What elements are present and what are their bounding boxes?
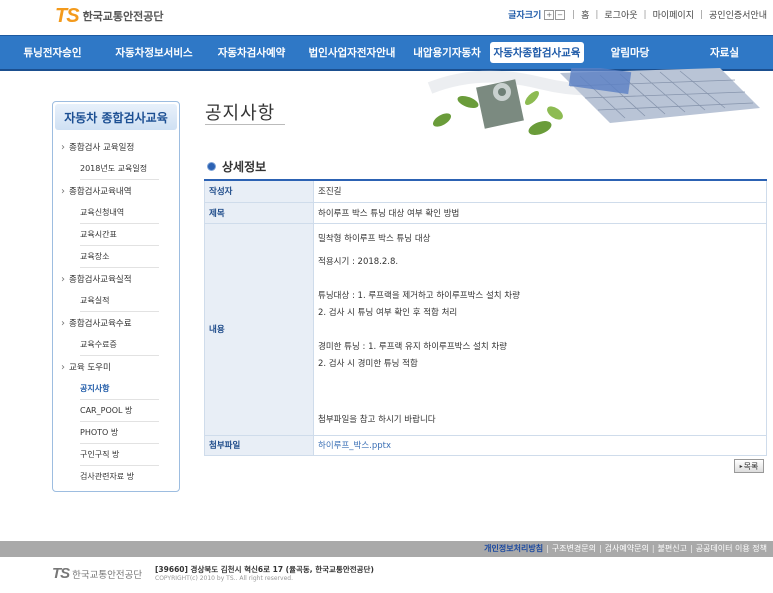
section-title: 상세정보 (222, 160, 267, 174)
sidebar-item-education-helper[interactable]: 교육 도우미 (61, 356, 171, 378)
divider: | (643, 9, 647, 20)
divider: | (546, 544, 549, 553)
footer-copyright: COPYRIGHT(c) 2010 by TS.. All right rese… (155, 575, 293, 582)
divider: | (595, 9, 599, 20)
content-line: 첨부파일을 참고 하시기 바랍니다 (318, 414, 436, 425)
page-title: 공지사항 (205, 103, 276, 124)
attachment-link[interactable]: 하이루프_박스.pptx (318, 441, 391, 451)
complaint-link[interactable]: 불편신고 (658, 543, 687, 554)
content-line: 2. 검사 시 튜닝 여부 확인 후 적합 처리 (318, 307, 458, 318)
sidebar-sub-certificate[interactable]: 교육수료증 (80, 334, 159, 356)
sidebar: 자동차 종합검사교육 종합검사 교육일정 2018년도 교육일정 종합검사교육내… (52, 101, 180, 492)
home-link[interactable]: 홈 (581, 8, 589, 21)
nav-item-tuning-approval[interactable]: 튜닝전자승인 (0, 45, 105, 60)
table-row: 제목 하이루프 박스 튜닝 대상 여부 확인 방법 (204, 201, 767, 224)
nav-item-corporate-guide[interactable]: 법인사업자전자안내 (300, 45, 404, 60)
title-underline (205, 124, 285, 125)
sidebar-sub-venue[interactable]: 교육장소 (80, 246, 159, 268)
table-row: 작성자 조진길 (204, 179, 767, 203)
arrow-icon: ▸ (739, 462, 743, 470)
mypage-link[interactable]: 마이페이지 (653, 8, 694, 21)
banner-image (427, 68, 760, 135)
font-minus-button[interactable]: − (555, 9, 566, 20)
nav-item-inspection-booking[interactable]: 자동차검사예약 (203, 45, 300, 60)
privacy-policy-link[interactable]: 개인정보처리방침 (484, 543, 543, 554)
divider: | (572, 9, 576, 20)
divider: | (651, 544, 655, 553)
logo-mark: TS (55, 4, 80, 27)
nav-item-pressure-vessel[interactable]: 내압용기자동차 (404, 45, 490, 60)
list-button-label: 목록 (743, 461, 759, 471)
content-line: 2. 검사 시 경미한 튜닝 적합 (318, 358, 418, 369)
sidebar-title: 자동차 종합검사교육 (55, 104, 177, 130)
sidebar-sub-timetable[interactable]: 교육시간표 (80, 224, 159, 246)
sidebar-item-education-history[interactable]: 종합검사교육내역 (61, 180, 171, 202)
logo-name: 한국교통안전공단 (82, 10, 164, 23)
sidebar-sub-application-history[interactable]: 교육신청내역 (80, 202, 159, 224)
subject-label: 제목 (204, 201, 314, 224)
divider: | (699, 9, 704, 20)
sidebar-item-education-schedule[interactable]: 종합검사 교육일정 (61, 136, 171, 158)
table-row: 내용 밀착형 하이루프 박스 튜닝 대상 적용시기 : 2018.2.8. 튜닝… (204, 222, 767, 436)
section-heading: 상세정보 (207, 158, 266, 175)
sidebar-sub-results[interactable]: 교육실적 (80, 290, 159, 312)
divider: | (689, 544, 693, 553)
sidebar-sub-2018-schedule[interactable]: 2018년도 교육일정 (80, 158, 159, 180)
detail-table: 작성자 조진길 제목 하이루프 박스 튜닝 대상 여부 확인 방법 내용 밀착형… (204, 179, 767, 456)
sidebar-sub-inspection-docs[interactable]: 검사관련자료 방 (80, 466, 159, 487)
footer-logo-mark: TS (52, 565, 70, 582)
content-body: 밀착형 하이루프 박스 튜닝 대상 적용시기 : 2018.2.8. 튜닝대상 … (313, 222, 767, 436)
sidebar-sub-carpool[interactable]: CAR_POOL 방 (80, 400, 159, 422)
sidebar-item-education-completion[interactable]: 종합검사교육수료 (61, 312, 171, 334)
footer-logo-name: 한국교통안전공단 (72, 569, 143, 581)
sidebar-menu: 종합검사 교육일정 2018년도 교육일정 종합검사교육내역 교육신청내역 교육… (61, 136, 171, 487)
bullet-icon (207, 162, 216, 171)
sidebar-item-education-results[interactable]: 종합검사교육실적 (61, 268, 171, 290)
booking-inquiry-link[interactable]: 검사예약문의 (605, 543, 649, 554)
sidebar-sub-photo[interactable]: PHOTO 방 (80, 422, 159, 444)
attachment-label: 첨부파일 (204, 434, 314, 456)
nav-item-notice-board[interactable]: 알림마당 (584, 45, 676, 60)
structure-change-link[interactable]: 구조변경문의 (552, 543, 596, 554)
footer-address: [39660] 경상북도 김천시 혁신6로 17 (율곡동, 한국교통안전공단) (155, 565, 374, 574)
logout-link[interactable]: 로그아웃 (604, 8, 637, 21)
divider: | (598, 544, 602, 553)
content-line: 튜닝대상 : 1. 루프랙을 제거하고 하이루프박스 설치 차량 (318, 290, 520, 301)
list-button[interactable]: ▸ 목록 (734, 459, 764, 473)
table-row: 첨부파일 하이루프_박스.pptx (204, 434, 767, 456)
content-line: 밀착형 하이루프 박스 튜닝 대상 (318, 233, 431, 244)
font-size-label: 글자크기 (508, 11, 542, 21)
site-logo[interactable]: TS 한국교통안전공단 (55, 4, 164, 27)
footer-links: 개인정보처리방침 | 구조변경문의 | 검사예약문의 | 불편신고 | 공공데이… (484, 543, 767, 554)
subject-value: 하이루프 박스 튜닝 대상 여부 확인 방법 (313, 201, 767, 224)
author-label: 작성자 (204, 179, 314, 203)
sidebar-sub-jobs[interactable]: 구인구직 방 (80, 444, 159, 466)
sidebar-sub-notice[interactable]: 공지사항 (80, 378, 159, 400)
main-nav: 튜닝전자승인 자동차정보서비스 자동차검사예약 법인사업자전자안내 내압용기자동… (0, 35, 773, 71)
author-value: 조진길 (313, 179, 767, 203)
content-line: 적용시기 : 2018.2.8. (318, 256, 399, 267)
nav-item-comprehensive-education[interactable]: 자동차종합검사교육 (489, 42, 585, 63)
font-plus-button[interactable]: + (544, 9, 555, 20)
nav-item-resources[interactable]: 자료실 (676, 45, 773, 60)
content-line: 경미한 튜닝 : 1. 루프랙 유지 하이루프박스 설치 차량 (318, 341, 507, 352)
certificate-guide-link[interactable]: 공인인증서안내 (709, 8, 767, 21)
footer-logo: TS 한국교통안전공단 (52, 565, 142, 582)
nav-item-vehicle-info[interactable]: 자동차정보서비스 (105, 45, 203, 60)
public-data-policy-link[interactable]: 공공데이터 이용 정책 (696, 543, 767, 554)
content-label: 내용 (204, 222, 314, 436)
top-utility-bar: 글자크기 + − | 홈 | 로그아웃 | 마이페이지 | 공인인증서안내 (508, 8, 767, 21)
